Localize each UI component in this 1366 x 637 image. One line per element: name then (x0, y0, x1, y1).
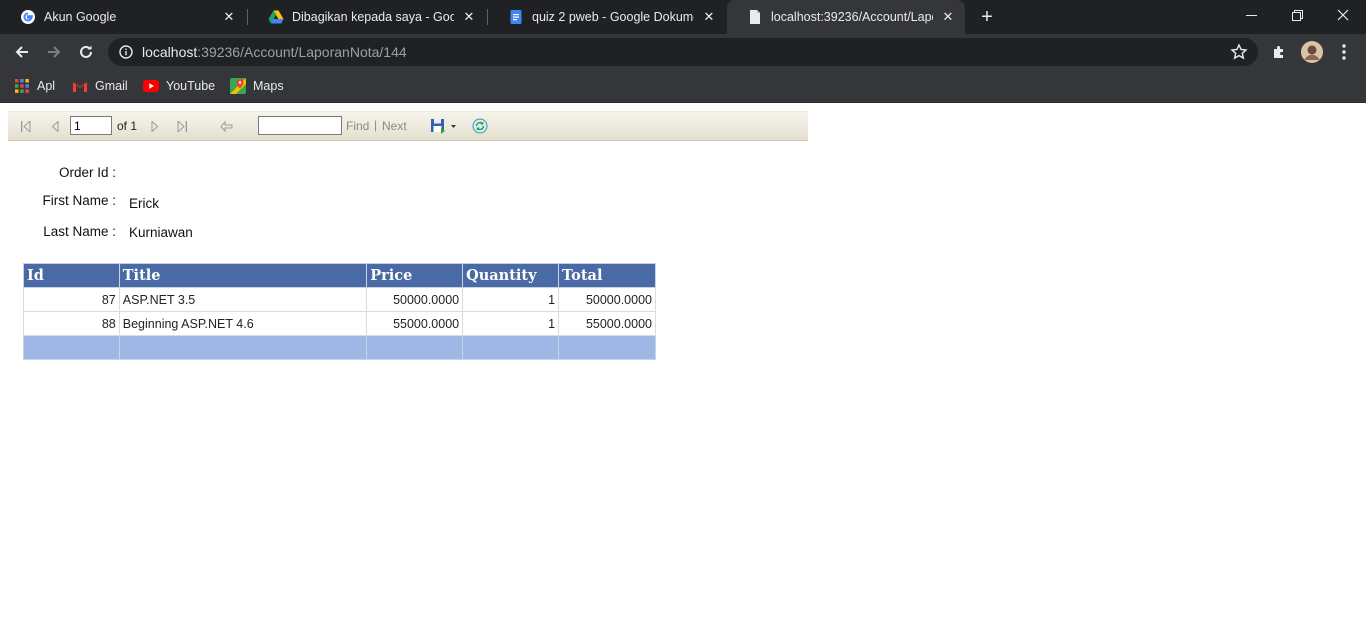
column-header-id: Id (23, 263, 120, 288)
footer-cell (118, 335, 368, 360)
cell-quantity: 1 (462, 311, 560, 336)
tab-title: quiz 2 pweb - Google Dokumen (532, 10, 694, 24)
order-id-label: Order Id : (58, 165, 116, 180)
bookmark-label: Maps (253, 79, 284, 93)
profile-avatar[interactable] (1298, 38, 1326, 66)
browser-toolbar: localhost:39236/Account/LaporanNota/144 (0, 34, 1366, 70)
tab-drive[interactable]: Dibagikan kepada saya - Google ✕ (248, 0, 486, 34)
last-name-label: Last Name : (43, 224, 116, 239)
footer-cell (558, 335, 656, 360)
bookmark-label: Apl (37, 79, 56, 93)
cell-id: 87 (23, 287, 120, 312)
close-window-button[interactable] (1320, 0, 1366, 30)
bookmark-star-icon[interactable] (1230, 43, 1248, 61)
cell-quantity: 1 (462, 287, 560, 312)
reload-button[interactable] (72, 38, 100, 66)
cell-price: 50000.0000 (366, 287, 464, 312)
footer-cell (23, 335, 120, 360)
google-docs-icon (508, 9, 524, 25)
url-host: localhost (142, 44, 198, 60)
cell-total: 50000.0000 (558, 287, 656, 312)
toolbar-separator: | (374, 118, 378, 132)
arrow-right-icon (48, 46, 61, 58)
next-page-icon[interactable] (148, 119, 162, 133)
bookmark-label: YouTube (166, 79, 216, 93)
first-name-value: Erick (129, 196, 159, 211)
column-header-title: Title (118, 263, 368, 288)
next-link[interactable]: Next (382, 119, 407, 133)
extensions-button[interactable] (1265, 38, 1293, 66)
puzzle-icon (1274, 46, 1283, 58)
page-count-label: of 1 (117, 119, 138, 133)
first-name-label: First Name : (42, 193, 116, 208)
browser-tab-strip: Akun Google ✕ Dibagikan kepada saya - Go… (0, 0, 1366, 34)
google-drive-icon (268, 9, 284, 25)
gmail-icon (72, 78, 88, 94)
save-disk-icon (431, 119, 456, 134)
last-page-icon[interactable] (175, 119, 189, 133)
new-tab-button[interactable]: + (976, 6, 998, 28)
url-path: :39236/Account/LaporanNota/144 (197, 44, 407, 60)
cell-title: ASP.NET 3.5 (118, 287, 368, 312)
first-page-icon[interactable] (19, 119, 33, 133)
table-row: 87 ASP.NET 3.5 50000.0000 1 50000.0000 (23, 287, 656, 312)
close-icon[interactable]: ✕ (460, 8, 478, 26)
previous-page-icon[interactable] (48, 119, 62, 133)
table-footer-row (23, 335, 656, 360)
footer-cell (366, 335, 464, 360)
cell-title: Beginning ASP.NET 4.6 (118, 311, 368, 336)
table-header-row: Id Title Price Quantity Total (23, 263, 656, 288)
avatar-icon (1301, 41, 1323, 63)
bookmark-gmail[interactable]: Gmail (72, 76, 128, 96)
column-header-total: Total (558, 263, 656, 288)
order-items-table: Id Title Price Quantity Total 87 ASP.NET… (23, 263, 656, 360)
column-header-price: Price (366, 263, 464, 288)
close-icon[interactable]: ✕ (220, 8, 238, 26)
back-to-parent-icon[interactable] (219, 119, 233, 133)
find-text-input[interactable] (258, 116, 342, 135)
back-button[interactable] (8, 38, 36, 66)
arrow-left-icon (15, 46, 28, 58)
column-header-quantity: Quantity (462, 263, 560, 288)
bookmark-apl[interactable]: Apl (14, 76, 55, 96)
tab-title: Dibagikan kepada saya - Google (292, 10, 454, 24)
reload-icon (80, 45, 92, 58)
forward-button[interactable] (40, 38, 68, 66)
address-bar[interactable]: localhost:39236/Account/LaporanNota/144 (108, 38, 1258, 66)
bookmark-label: Gmail (95, 79, 128, 93)
cell-id: 88 (23, 311, 120, 336)
apps-grid-icon (14, 78, 30, 94)
footer-cell (462, 335, 560, 360)
close-icon[interactable]: ✕ (700, 8, 718, 26)
google-icon (20, 9, 36, 25)
cell-total: 55000.0000 (558, 311, 656, 336)
find-link[interactable]: Find (346, 119, 369, 133)
restore-button[interactable] (1274, 0, 1320, 30)
tab-title: localhost:39236/Account/Laporan (771, 10, 933, 24)
last-name-value: Kurniawan (129, 225, 193, 240)
page-number-input[interactable] (70, 116, 112, 135)
tab-akun-google[interactable]: Akun Google ✕ (0, 0, 246, 34)
youtube-icon (143, 78, 159, 94)
tab-title: Akun Google (44, 10, 117, 24)
bookmark-youtube[interactable]: YouTube (143, 76, 215, 96)
info-icon[interactable] (118, 44, 134, 60)
bookmarks-bar: Apl Gmail YouTube Maps (0, 70, 1366, 103)
table-row: 88 Beginning ASP.NET 4.6 55000.0000 1 55… (23, 311, 656, 336)
cell-price: 55000.0000 (366, 311, 464, 336)
page-icon (747, 9, 763, 25)
close-icon[interactable]: ✕ (939, 8, 957, 26)
refresh-icon[interactable] (471, 117, 489, 135)
bookmark-maps[interactable]: Maps (230, 76, 284, 96)
menu-button[interactable] (1330, 38, 1358, 66)
tab-docs[interactable]: quiz 2 pweb - Google Dokumen ✕ (488, 0, 726, 34)
report-viewer-toolbar: of 1 Find | Next (8, 111, 808, 141)
more-vert-icon (1342, 44, 1346, 60)
export-button[interactable] (430, 119, 458, 134)
maps-icon (230, 78, 246, 94)
minimize-button[interactable] (1228, 0, 1274, 30)
tab-localhost[interactable]: localhost:39236/Account/Laporan ✕ (727, 0, 965, 34)
